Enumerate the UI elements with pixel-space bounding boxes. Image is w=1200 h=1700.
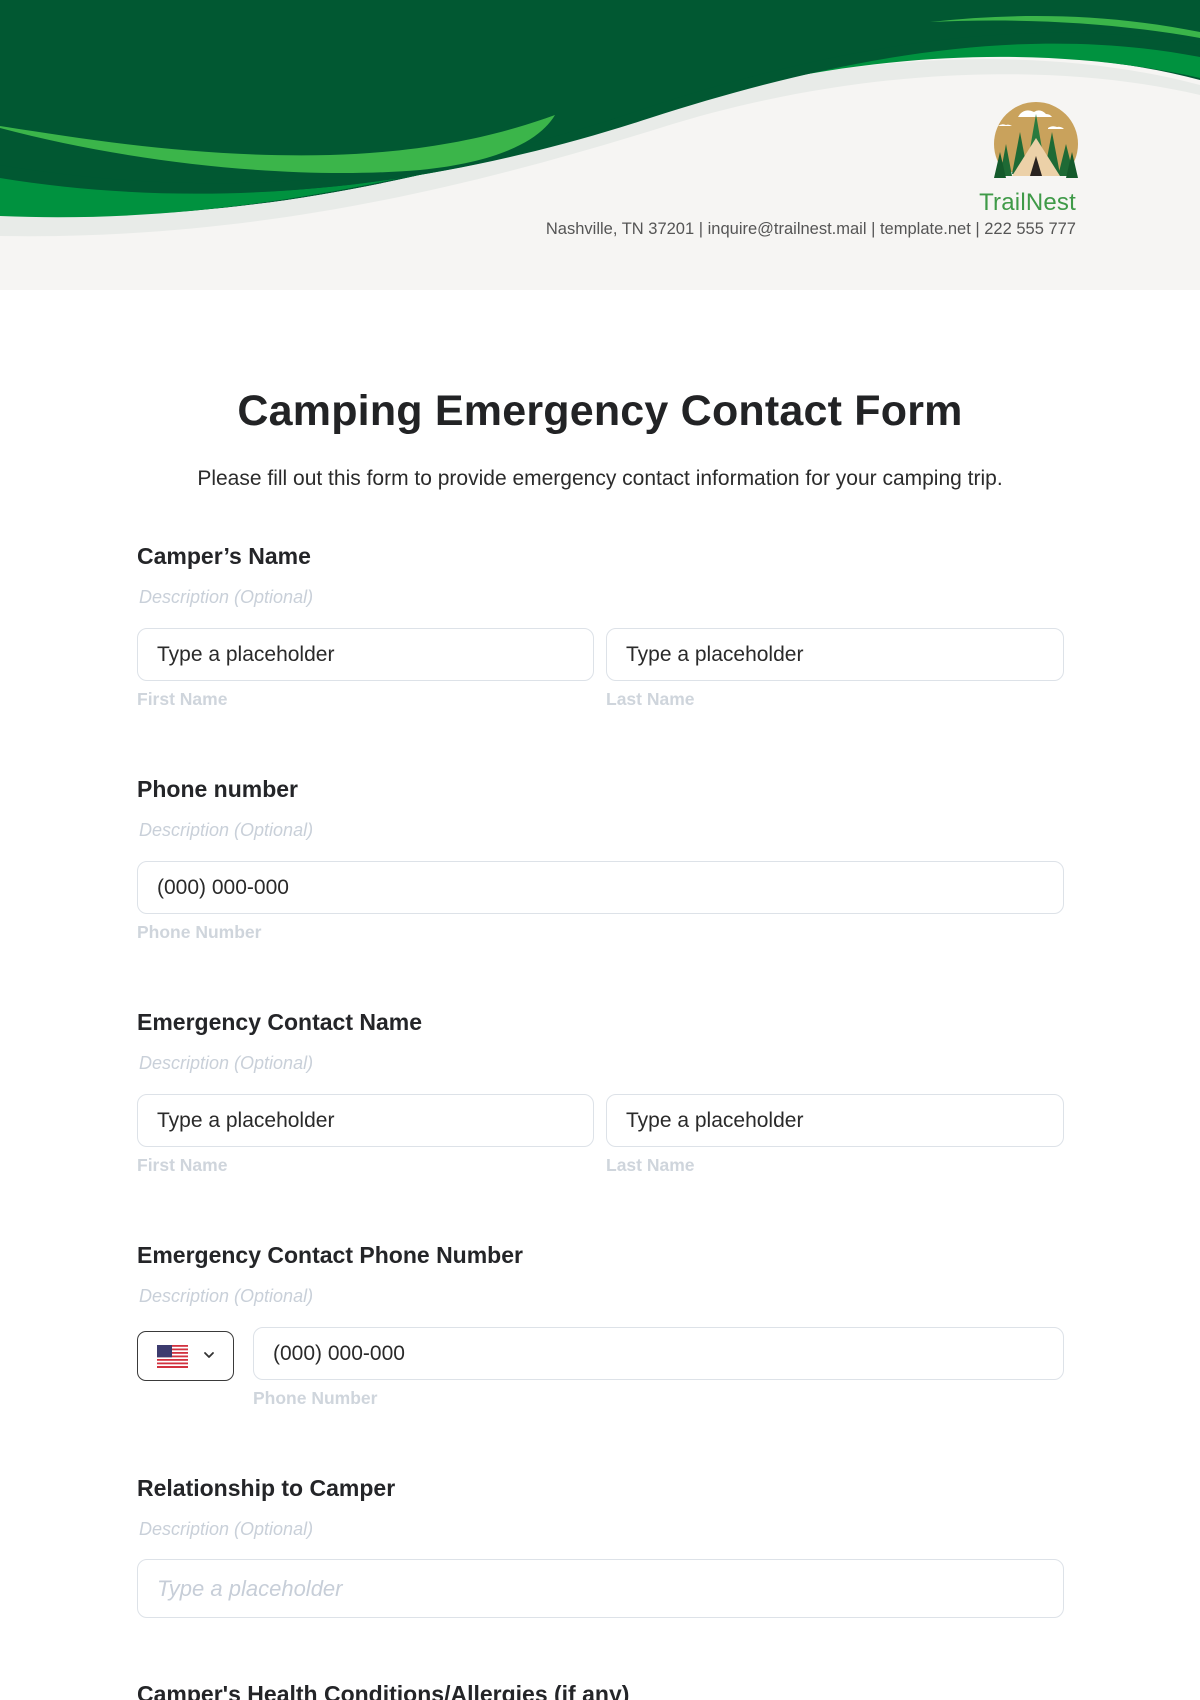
field-label: Camper's Health Conditions/Allergies (if… <box>137 1681 630 1700</box>
page-header: TrailNest Nashville, TN 37201 | inquire@… <box>0 0 1200 290</box>
first-name-sublabel: First Name <box>137 689 228 709</box>
form-title: Camping Emergency Contact Form <box>237 387 963 435</box>
first-name-input[interactable]: Type a placeholder <box>137 628 594 681</box>
field-label: Relationship to Camper <box>137 1475 396 1501</box>
emergency-first-name-input[interactable]: Type a placeholder <box>137 1094 594 1147</box>
field-description[interactable]: Description (Optional) <box>139 820 313 841</box>
chevron-down-icon <box>204 1352 214 1358</box>
brand-name: TrailNest <box>979 189 1076 216</box>
country-code-select[interactable] <box>137 1331 234 1381</box>
field-label: Camper’s Name <box>137 543 311 569</box>
last-name-sublabel: Last Name <box>606 689 695 709</box>
field-description[interactable]: Description (Optional) <box>139 1286 313 1307</box>
us-flag-icon <box>157 1345 188 1368</box>
field-description[interactable]: Description (Optional) <box>139 587 313 608</box>
last-name-input[interactable]: Type a placeholder <box>606 628 1064 681</box>
field-label: Emergency Contact Name <box>137 1009 423 1035</box>
emergency-last-name-input[interactable]: Type a placeholder <box>606 1094 1064 1147</box>
emergency-phone-input[interactable]: (000) 000-000 <box>253 1327 1064 1380</box>
field-description[interactable]: Description (Optional) <box>139 1053 313 1074</box>
relationship-input[interactable]: Type a placeholder <box>137 1559 1064 1618</box>
contact-info: Nashville, TN 37201 | inquire@trailnest.… <box>545 220 1076 238</box>
phone-sublabel: Phone Number <box>137 922 262 942</box>
field-label: Emergency Contact Phone Number <box>137 1242 523 1268</box>
field-description[interactable]: Description (Optional) <box>139 1519 313 1540</box>
form-subtitle: Please fill out this form to provide eme… <box>197 467 1003 490</box>
emergency-phone-sublabel: Phone Number <box>253 1388 378 1408</box>
emergency-first-name-sublabel: First Name <box>137 1155 228 1175</box>
phone-input[interactable]: (000) 000-000 <box>137 861 1064 914</box>
field-label: Phone number <box>137 776 299 802</box>
trailnest-logo-icon <box>990 102 1082 186</box>
emergency-last-name-sublabel: Last Name <box>606 1155 695 1175</box>
